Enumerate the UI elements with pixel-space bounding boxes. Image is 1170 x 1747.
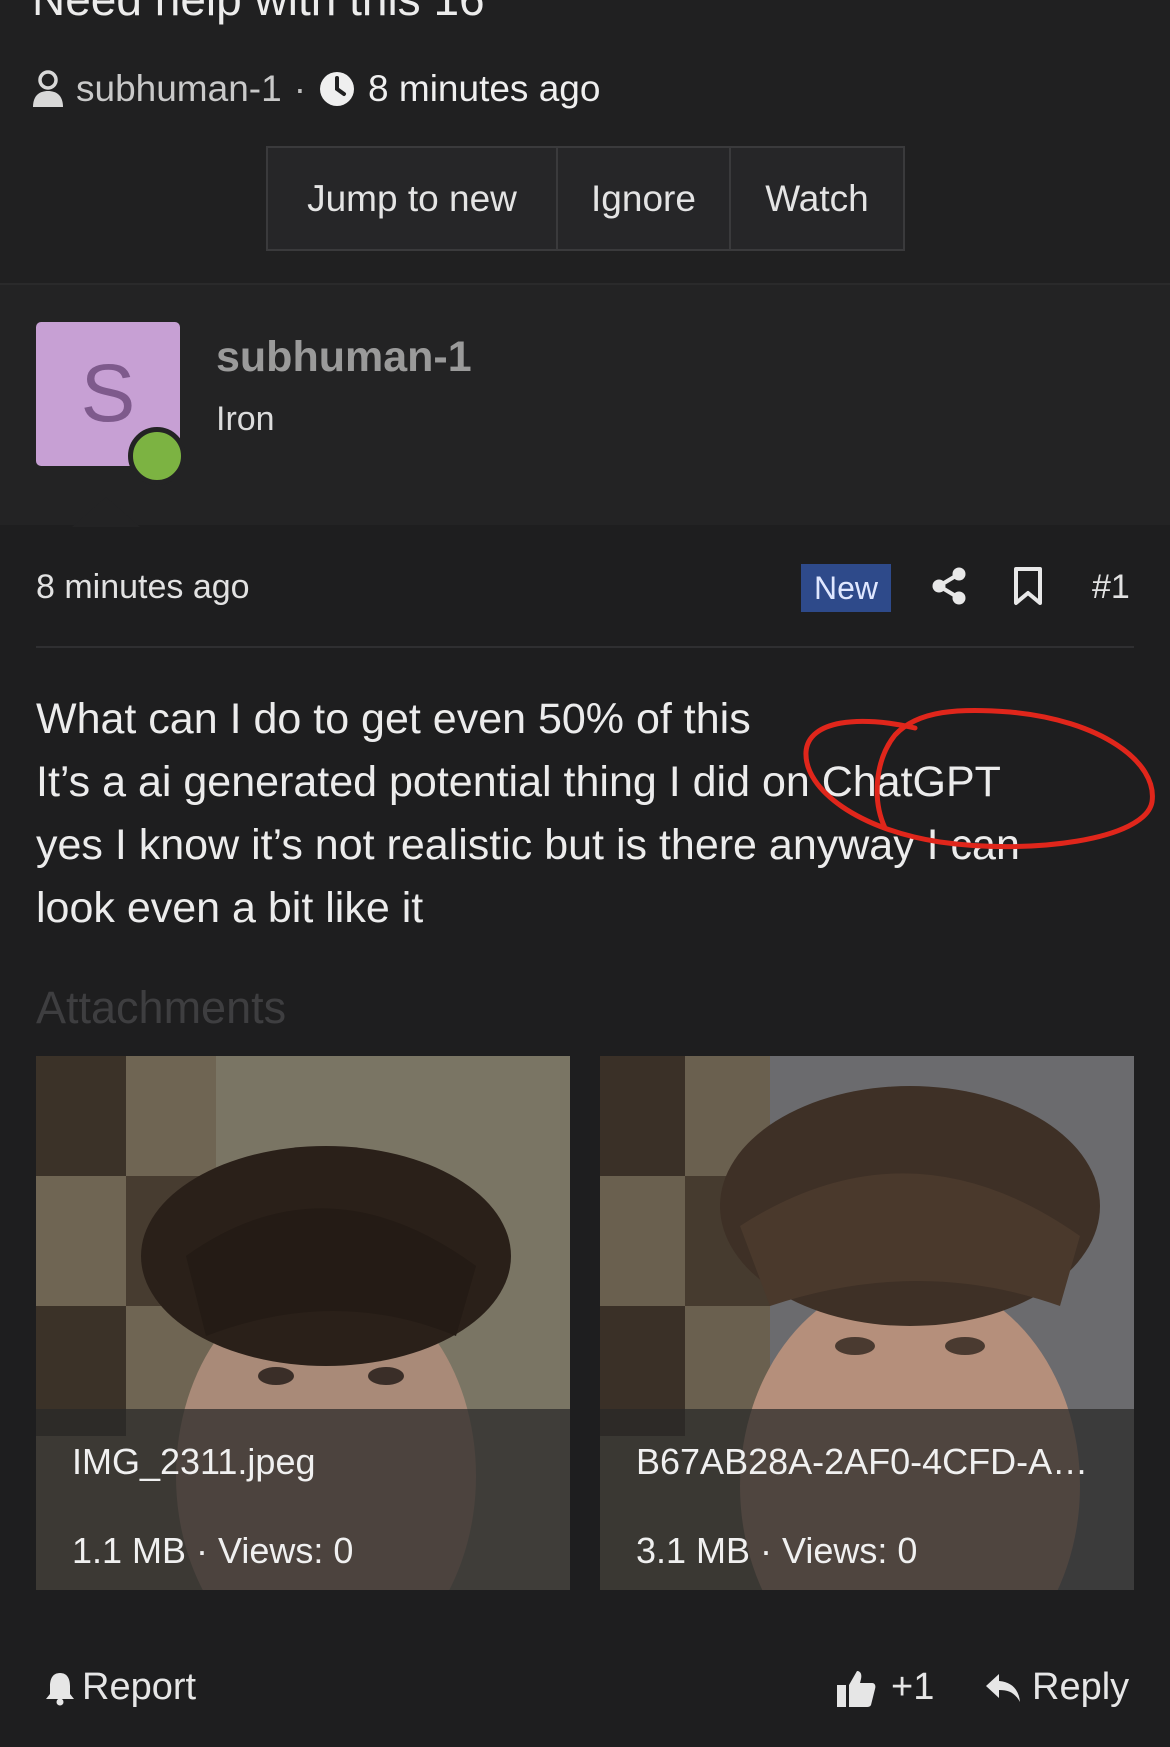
post-user-block: S subhuman-1 Iron xyxy=(0,285,1170,525)
attachment-thumbnail-2[interactable]: B67AB28A-2AF0-4CFD-A… 3.1 MB · Views: 0 xyxy=(600,1056,1134,1590)
user-title: Iron xyxy=(216,400,275,438)
ignore-button[interactable]: Ignore xyxy=(556,148,729,249)
jump-to-new-button[interactable]: Jump to new xyxy=(268,148,556,249)
post-meta-bar: 8 minutes ago New #1 xyxy=(36,564,1134,648)
attachment-meta: 1.1 MB · Views: 0 xyxy=(72,1530,354,1571)
reply-label: Reply xyxy=(1032,1666,1130,1708)
post-body: What can I do to get even 50% of this It… xyxy=(36,688,1136,940)
post-line: look even a bit like it xyxy=(36,884,424,932)
thread-header: Need help with this 16 subhuman-1 · 8 mi… xyxy=(0,0,1170,285)
bookmark-icon[interactable] xyxy=(1011,566,1045,606)
thread-meta: subhuman-1 · 8 minutes ago xyxy=(30,68,600,110)
reply-icon xyxy=(986,1673,1020,1702)
watch-button[interactable]: Watch xyxy=(729,148,903,249)
attachment-filename: IMG_2311.jpeg xyxy=(72,1441,316,1482)
post-username[interactable]: subhuman-1 xyxy=(216,333,472,382)
thumbs-up-icon xyxy=(837,1670,876,1707)
post-line: yes I know it’s not realistic but is the… xyxy=(36,821,1020,869)
attachment-meta: 3.1 MB · Views: 0 xyxy=(636,1530,918,1571)
thread-actions: Jump to new Ignore Watch xyxy=(266,146,905,251)
post-line: It’s a ai generated potential thing I di… xyxy=(36,758,1001,806)
post-footer: Report +1 Reply xyxy=(0,1648,1170,1738)
reply-button[interactable]: Reply xyxy=(984,1666,1129,1709)
post-time[interactable]: 8 minutes ago xyxy=(36,568,250,607)
post-number[interactable]: #1 xyxy=(1092,568,1130,607)
report-label: Report xyxy=(82,1666,197,1708)
clock-icon xyxy=(320,72,355,106)
new-badge: New xyxy=(801,564,891,612)
user-block-pointer xyxy=(72,497,140,527)
report-button[interactable]: Report xyxy=(44,1666,196,1709)
like-count: +1 xyxy=(891,1666,935,1708)
share-icon[interactable] xyxy=(929,566,969,606)
post-line: What can I do to get even 50% of this xyxy=(36,695,751,743)
attachment-filename: B67AB28A-2AF0-4CFD-A… xyxy=(636,1441,1089,1482)
attachment-thumbnail-1[interactable]: IMG_2311.jpeg 1.1 MB · Views: 0 xyxy=(36,1056,570,1590)
online-status-indicator xyxy=(128,427,186,485)
meta-separator: · xyxy=(293,68,307,109)
user-icon xyxy=(33,70,63,107)
thread-time: 8 minutes ago xyxy=(368,68,601,109)
thread-title: Need help with this 16 xyxy=(32,0,485,26)
thread-author-link[interactable]: subhuman-1 xyxy=(76,68,282,110)
like-button[interactable]: +1 xyxy=(835,1666,934,1709)
bell-icon xyxy=(46,1672,74,1705)
attachments-label: Attachments xyxy=(36,982,287,1033)
